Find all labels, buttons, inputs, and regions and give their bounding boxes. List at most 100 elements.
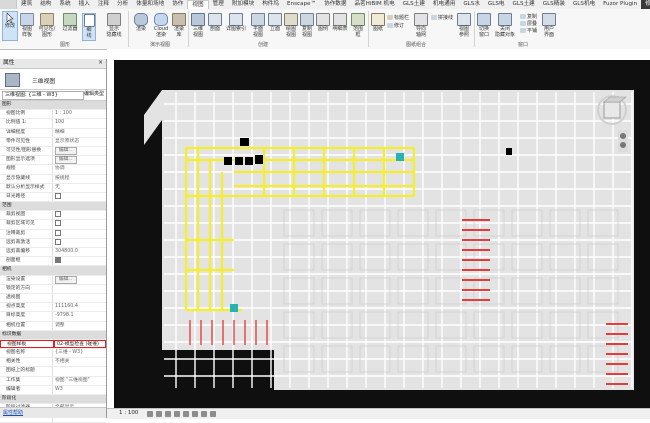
- guide-grid-button[interactable]: 导向 轴网: [414, 13, 428, 38]
- close-icon[interactable]: ×: [98, 59, 103, 68]
- ribbon-tab[interactable]: GLS土建: [399, 0, 429, 9]
- property-value[interactable]: {三维 - W3}: [52, 349, 106, 358]
- property-value[interactable]: 不相关: [52, 358, 106, 367]
- filters-button[interactable]: 过滤器: [62, 13, 78, 32]
- 3d-view-canvas[interactable]: [114, 60, 650, 408]
- property-value[interactable]: 编辑...: [52, 275, 106, 284]
- ribbon-tab[interactable]: 机电通用: [429, 0, 459, 9]
- revisions-button[interactable]: 修订: [387, 22, 404, 29]
- sun-path-icon[interactable]: [165, 411, 171, 417]
- property-value[interactable]: 视图 "三维视图": [52, 376, 106, 385]
- shadows-icon[interactable]: [174, 411, 180, 417]
- ribbon-tab[interactable]: 附加模块: [228, 0, 258, 9]
- render-gallery-button[interactable]: 渲染 库: [172, 13, 186, 38]
- user-interface-button[interactable]: 用户 界面: [542, 13, 556, 38]
- property-value[interactable]: 调整: [52, 321, 106, 330]
- modify-button[interactable]: 修改: [2, 11, 18, 41]
- type-selector[interactable]: 三维视图: [0, 69, 106, 90]
- property-group-header[interactable]: 相机: [0, 266, 106, 276]
- property-group-header[interactable]: 图形: [0, 101, 106, 111]
- ribbon-tab[interactable]: 建筑: [17, 0, 36, 9]
- property-value[interactable]: W3: [52, 385, 106, 394]
- plan-views-button[interactable]: 平面 视图: [250, 13, 266, 38]
- visibility-graphics-button[interactable]: 可见性/ 图形: [37, 13, 57, 38]
- property-checkbox[interactable]: [55, 220, 61, 227]
- property-value[interactable]: 100: [52, 119, 106, 128]
- ribbon-tab[interactable]: 品茗HiBIM 机电: [350, 0, 398, 9]
- render-dialog-icon[interactable]: [183, 411, 189, 417]
- thin-lines-button[interactable]: 细 线: [82, 13, 96, 41]
- ribbon-tab[interactable]: 管理: [209, 0, 228, 9]
- property-value[interactable]: [52, 192, 106, 202]
- property-checkbox[interactable]: [55, 192, 61, 199]
- ribbon-tab[interactable]: GLS精装: [539, 0, 569, 9]
- ribbon-tab[interactable]: Enscape™: [283, 0, 320, 9]
- property-value[interactable]: 编辑...: [52, 156, 106, 165]
- property-value[interactable]: 精细: [52, 128, 106, 137]
- property-value[interactable]: 02-模型检查 (碰撞): [54, 339, 106, 349]
- property-value[interactable]: -9798.1: [52, 312, 106, 321]
- property-value[interactable]: 显示原状态: [52, 137, 106, 146]
- ribbon-tab[interactable]: 构件坞: [258, 0, 283, 9]
- schedules-button[interactable]: 明细表: [332, 13, 348, 32]
- callout-button[interactable]: 详图索引: [225, 13, 247, 32]
- close-hidden-button[interactable]: 关闭 隐藏对象: [494, 13, 516, 38]
- tile-button[interactable]: 平铺: [520, 27, 537, 34]
- ribbon-tab[interactable]: 协作数据: [320, 0, 350, 9]
- ribbon-tab[interactable]: 协作: [168, 0, 187, 9]
- property-checkbox[interactable]: [55, 257, 61, 264]
- edit-type-button[interactable]: 编辑类型: [84, 91, 104, 98]
- elevation-button[interactable]: 立面: [268, 13, 282, 32]
- property-value[interactable]: 按规程: [52, 174, 106, 183]
- ribbon-tab[interactable]: GLS土建: [509, 0, 539, 9]
- property-value[interactable]: 1 : 100: [52, 110, 106, 119]
- ribbon-tab[interactable]: 注释: [94, 0, 113, 9]
- ribbon-tab[interactable]: GLS机电: [569, 0, 599, 9]
- navigation-wheel-icon[interactable]: [620, 133, 626, 139]
- cloud-render-button[interactable]: Cloud 渲染: [152, 13, 170, 38]
- properties-help-link[interactable]: 属性帮助: [0, 410, 23, 416]
- ribbon-tab[interactable]: 结构: [36, 0, 55, 9]
- property-value[interactable]: [52, 238, 106, 247]
- replicate-button[interactable]: 复制: [520, 13, 537, 20]
- property-value[interactable]: 无: [52, 183, 106, 192]
- cascade-button[interactable]: 层叠: [520, 20, 537, 27]
- edit-button[interactable]: 编辑...: [55, 146, 77, 155]
- edit-button[interactable]: 编辑...: [55, 275, 77, 284]
- property-checkbox[interactable]: [55, 211, 61, 218]
- show-hidden-lines-button[interactable]: 显示 隐藏线: [104, 13, 124, 38]
- property-group-header[interactable]: 标识数据: [0, 330, 106, 340]
- section-button[interactable]: 剖面: [208, 13, 222, 32]
- ribbon-tab[interactable]: 插入: [75, 0, 94, 9]
- property-value[interactable]: [52, 211, 106, 220]
- property-value[interactable]: 编辑...: [52, 146, 106, 156]
- property-checkbox[interactable]: [55, 229, 61, 236]
- ribbon-tab[interactable]: 体量和场地: [132, 0, 168, 9]
- crop-view-icon[interactable]: [201, 411, 207, 417]
- property-checkbox[interactable]: [55, 238, 61, 245]
- property-value[interactable]: [52, 220, 106, 229]
- property-value[interactable]: 304800.0: [52, 248, 106, 257]
- view-instance-dropdown[interactable]: 三维视图: {三维 - W3}: [2, 91, 84, 100]
- edit-button[interactable]: 编辑...: [55, 156, 77, 165]
- render-button[interactable]: 渲染: [134, 13, 148, 32]
- ribbon-tab[interactable]: 系统: [55, 0, 74, 9]
- property-value[interactable]: [52, 284, 106, 293]
- legends-button[interactable]: 图例: [316, 13, 330, 32]
- property-value[interactable]: 协调: [52, 165, 106, 174]
- view-reference-button[interactable]: 视图 参照: [457, 13, 471, 38]
- title-block-button[interactable]: 标题栏: [387, 14, 409, 21]
- lock-view-icon[interactable]: [192, 411, 198, 417]
- property-value[interactable]: [52, 229, 106, 238]
- sheet-button[interactable]: 图纸: [371, 13, 385, 32]
- property-value[interactable]: [52, 257, 106, 266]
- zoom-icon[interactable]: [620, 142, 626, 148]
- scope-box-button[interactable]: 范围 框: [351, 13, 365, 38]
- property-value[interactable]: 111160.4: [52, 303, 106, 312]
- property-group-header[interactable]: 范围: [0, 202, 106, 212]
- visual-style-icon[interactable]: [156, 411, 162, 417]
- temporary-hide-icon[interactable]: [210, 411, 216, 417]
- ribbon-tab[interactable]: 分析: [113, 0, 132, 9]
- matchline-button[interactable]: 拼接线: [431, 14, 453, 21]
- detail-level-icon[interactable]: [147, 411, 153, 417]
